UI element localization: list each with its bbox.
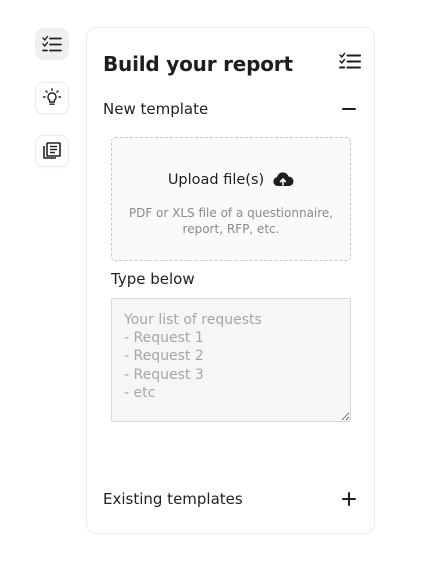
build-report-panel: Build your report New template Upload fi…	[86, 27, 375, 534]
rail-library-button[interactable]	[35, 135, 69, 167]
cloud-upload-icon	[273, 172, 294, 186]
upload-title: Upload file(s)	[167, 172, 265, 188]
checklist-icon	[339, 52, 361, 69]
panel-title: Build your report	[103, 52, 293, 76]
rail-checklist-button[interactable]	[35, 28, 69, 60]
existing-templates-label[interactable]: Existing templates	[103, 490, 243, 508]
expand-existing-templates-button[interactable]	[339, 489, 359, 509]
lightbulb-icon	[42, 88, 62, 105]
plus-icon	[342, 492, 356, 506]
collapse-new-template-button[interactable]	[339, 99, 359, 119]
library-icon	[43, 142, 61, 159]
minus-icon	[342, 108, 356, 110]
panel-menu-button[interactable]	[339, 52, 361, 74]
checklist-icon	[42, 35, 62, 52]
new-template-label[interactable]: New template	[103, 100, 208, 118]
requests-textarea[interactable]	[111, 298, 351, 422]
type-below-label: Type below	[111, 270, 195, 288]
upload-hint: PDF or XLS file of a questionnaire, repo…	[128, 206, 334, 236]
rail-ideas-button[interactable]	[35, 82, 69, 114]
upload-dropzone[interactable]: Upload file(s) PDF or XLS file of a ques…	[111, 137, 351, 261]
